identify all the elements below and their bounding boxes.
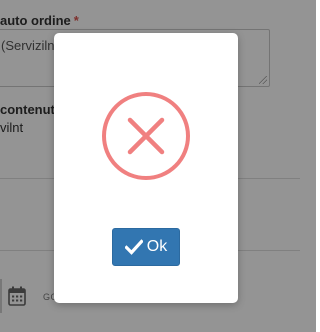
check-icon xyxy=(124,239,143,255)
ok-button[interactable]: Ok xyxy=(112,228,180,266)
error-x-circle-icon xyxy=(102,92,190,180)
error-dialog: Ok xyxy=(54,33,238,303)
ok-button-label: Ok xyxy=(146,238,168,255)
